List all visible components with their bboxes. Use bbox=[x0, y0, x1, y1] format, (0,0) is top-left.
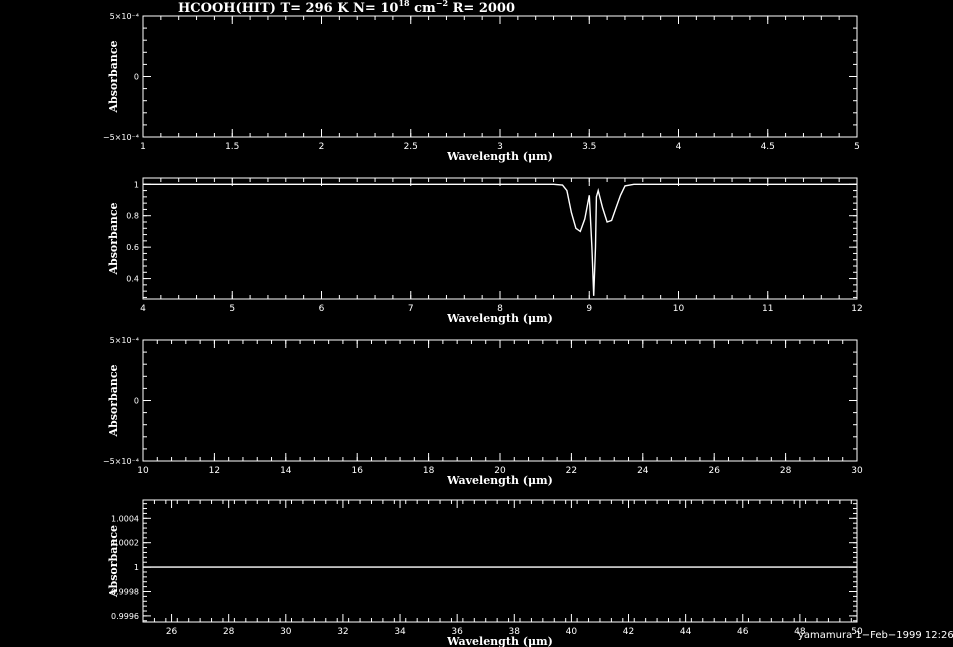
panel-4-ytick-label: 1 bbox=[134, 563, 139, 572]
spectrum-figure: 1 1.5 2 2.5 3 3.5 4 4.5 5−5×10⁻⁴05×10⁻⁴Wavelengt… bbox=[103, 12, 863, 647]
panel-1-xtick-label: 2 bbox=[319, 142, 325, 152]
panel-2-xtick-label: 10 bbox=[673, 304, 685, 314]
panel-1-ytick-label: 0 bbox=[134, 73, 139, 82]
panel-3-xtick-label: 24 bbox=[637, 466, 649, 476]
panel-3-xtick-label: 12 bbox=[209, 466, 220, 476]
panel-2-ytick-label: 1 bbox=[134, 180, 139, 189]
panel-1-xtick-label: 4.5 bbox=[761, 142, 775, 152]
panel-2-ytick-label: 0.6 bbox=[126, 243, 139, 252]
panel-2-xtick-label: 9 bbox=[586, 304, 592, 314]
panel-2-series-line bbox=[143, 183, 857, 296]
panel-3-ytick-label: 5×10⁻⁴ bbox=[110, 336, 139, 345]
panel-1-xlabel: Wavelength (μm) bbox=[446, 150, 553, 163]
panel-2-xtick-label: 4 bbox=[140, 304, 146, 314]
panel-3-ylabel: Absorbance bbox=[107, 364, 120, 437]
panel-4-xtick-label: 32 bbox=[337, 627, 348, 637]
panel-3-ytick-label: 0 bbox=[134, 397, 139, 406]
panel-2-xtick-label: 11 bbox=[762, 304, 773, 314]
panel-4-ylabel: Absorbance bbox=[107, 525, 120, 598]
panel-3-xtick-label: 30 bbox=[851, 466, 863, 476]
panel-1-xtick-label: 5 bbox=[854, 142, 860, 152]
panel-3-xtick-label: 28 bbox=[780, 466, 792, 476]
panel-2-ytick-label: 0.4 bbox=[126, 275, 139, 284]
panel-4-xtick-label: 34 bbox=[394, 627, 406, 637]
panel-4-xlabel: Wavelength (μm) bbox=[446, 635, 553, 647]
panel-3-xtick-label: 10 bbox=[137, 466, 149, 476]
footer-stamp: yamamura 1−Feb−1999 12:26 bbox=[798, 630, 953, 641]
panel-3-xtick-label: 26 bbox=[708, 466, 720, 476]
panel-1-frame bbox=[142, 15, 858, 138]
panel-4-xtick-label: 26 bbox=[166, 627, 178, 637]
panel-2-xtick-label: 5 bbox=[229, 304, 235, 314]
panel-2-xlabel: Wavelength (μm) bbox=[446, 312, 553, 325]
panel-3-xtick-label: 16 bbox=[351, 466, 363, 476]
panel-1-ytick-label: −5×10⁻⁴ bbox=[103, 133, 139, 142]
panel-1-xtick-label: 4 bbox=[676, 142, 682, 152]
panel-1-xtick-label: 2.5 bbox=[404, 142, 418, 152]
panel-4-xtick-label: 40 bbox=[566, 627, 578, 637]
panel-1-ytick-label: 5×10⁻⁴ bbox=[110, 12, 139, 21]
panel-2-ylabel: Absorbance bbox=[107, 202, 120, 275]
footer-date: 1−Feb−1999 12:26 bbox=[855, 630, 953, 641]
panel-4-xtick-label: 44 bbox=[680, 627, 692, 637]
panel-3-frame bbox=[142, 339, 858, 462]
panel-2-xtick-label: 7 bbox=[408, 304, 414, 314]
panel-2-frame bbox=[142, 177, 858, 300]
panel-4-ytick-label: 0.9996 bbox=[111, 612, 139, 621]
panel-2-xtick-label: 12 bbox=[851, 304, 862, 314]
panel-2-xtick-label: 6 bbox=[319, 304, 325, 314]
panel-3-xtick-label: 18 bbox=[423, 466, 435, 476]
panel-4-xtick-label: 30 bbox=[280, 627, 292, 637]
panel-3-xlabel: Wavelength (μm) bbox=[446, 474, 553, 487]
panel-1-xtick-label: 1 bbox=[140, 142, 146, 152]
panel-1-xtick-label: 3.5 bbox=[582, 142, 596, 152]
panel-4-xtick-label: 28 bbox=[223, 627, 235, 637]
panel-4-frame bbox=[142, 499, 858, 623]
footer-user: yamamura bbox=[798, 630, 853, 641]
panel-4-xtick-label: 46 bbox=[737, 627, 749, 637]
panel-3-ytick-label: −5×10⁻⁴ bbox=[103, 457, 139, 466]
panel-4-xtick-label: 42 bbox=[623, 627, 634, 637]
panel-2-ytick-label: 0.8 bbox=[126, 212, 139, 221]
panel-4-ytick-label: 1.0004 bbox=[111, 514, 139, 523]
panel-1-xtick-label: 1.5 bbox=[225, 142, 239, 152]
panel-3-xtick-label: 22 bbox=[566, 466, 577, 476]
panel-1-ylabel: Absorbance bbox=[107, 40, 120, 113]
panel-3-xtick-label: 14 bbox=[280, 466, 292, 476]
